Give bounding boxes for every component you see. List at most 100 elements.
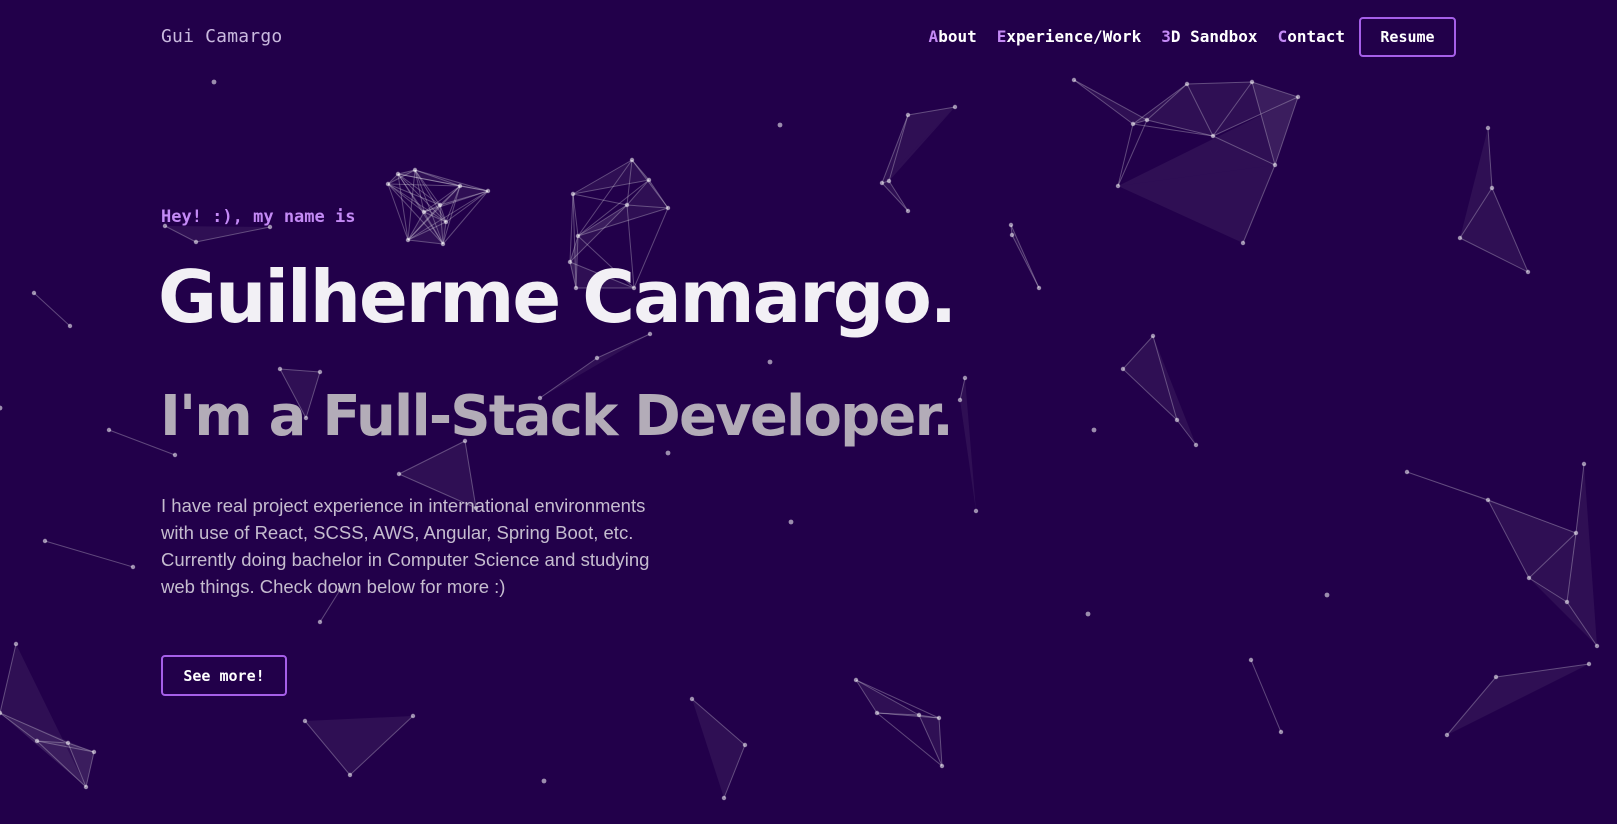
nav-link-experience-work[interactable]: Experience/Work (997, 27, 1142, 46)
particle-node (1525, 269, 1531, 275)
particle-link (1117, 123, 1134, 187)
particle-node (317, 619, 323, 625)
particle-node (1249, 79, 1255, 85)
site-logo[interactable]: Gui Camargo (161, 26, 282, 47)
particle-node (541, 778, 547, 784)
particle-node (1115, 183, 1121, 189)
particle-node (440, 241, 446, 247)
particle-node (973, 508, 979, 514)
particle-node (777, 122, 783, 128)
particle-node (1008, 222, 1014, 228)
particle-node (1120, 366, 1126, 372)
particle-node (443, 219, 449, 225)
particle-node (485, 188, 491, 194)
particle-node (1193, 442, 1199, 448)
particle-node (1144, 117, 1150, 123)
particle-node (302, 718, 308, 724)
particle-node (646, 177, 652, 183)
nav-links: About Experience/Work 3D Sandbox Contact (929, 27, 1345, 46)
particle-node (65, 740, 71, 746)
particle-node (347, 772, 353, 778)
particle-node (1210, 133, 1216, 139)
particle-node (1404, 469, 1410, 475)
particle-link (569, 193, 574, 263)
navbar: Gui Camargo About Experience/Work 3D San… (0, 0, 1617, 76)
particle-node (629, 157, 635, 163)
particle-node (1295, 94, 1301, 100)
particle-node (31, 290, 37, 296)
particle-face (960, 378, 976, 511)
particle-node (721, 795, 727, 801)
particle-node (665, 450, 671, 456)
particle-node (939, 763, 945, 769)
particle-face (1074, 80, 1147, 124)
particle-node (962, 375, 968, 381)
particle-node (410, 713, 416, 719)
particle-node (106, 427, 112, 433)
particle-node (1091, 427, 1097, 433)
resume-button[interactable]: Resume (1359, 17, 1456, 57)
particle-node (1248, 657, 1254, 663)
particle-node (905, 208, 911, 214)
particle-node (421, 209, 427, 215)
particle-node (1240, 240, 1246, 246)
particle-node (874, 710, 880, 716)
particle-node (1036, 285, 1042, 291)
particle-node (1485, 125, 1491, 131)
nav-link-about[interactable]: About (929, 27, 977, 46)
particle-face (882, 181, 908, 211)
particle-node (788, 519, 794, 525)
particle-node (42, 538, 48, 544)
nav-link-3d-sandbox[interactable]: 3D Sandbox (1161, 27, 1257, 46)
particle-node (767, 359, 773, 365)
particle-node (1526, 575, 1532, 581)
particle-node (624, 202, 630, 208)
nav-link-contact[interactable]: Contact (1278, 27, 1345, 46)
particle-node (575, 233, 581, 239)
particle-node (395, 171, 401, 177)
particle-link (1250, 659, 1282, 733)
hero-name: Guilherme Camargo. (158, 255, 957, 339)
particle-node (905, 112, 911, 118)
particle-node (396, 471, 402, 477)
particle-node (886, 178, 892, 184)
particle-node (277, 366, 283, 372)
see-more-button[interactable]: See more! (161, 655, 287, 696)
particle-node (385, 181, 391, 187)
hero-greeting: Hey! :), my name is (161, 207, 356, 227)
particle-node (1184, 81, 1190, 87)
particle-node (879, 180, 885, 186)
particle-link (397, 173, 409, 241)
particle-node (1493, 674, 1499, 680)
particle-node (1457, 235, 1463, 241)
particle-node (13, 641, 19, 647)
particle-node (665, 205, 671, 211)
particle-node (1485, 497, 1491, 503)
particle-node (1586, 661, 1592, 667)
particle-node (405, 237, 411, 243)
particle-node (91, 749, 97, 755)
particle-node (594, 355, 600, 361)
particle-node (193, 239, 199, 245)
particle-node (437, 202, 443, 208)
particle-face (0, 644, 86, 787)
particle-node (1324, 592, 1330, 598)
particle-node (1489, 185, 1495, 191)
particle-node (412, 167, 418, 173)
particle-face (692, 699, 745, 798)
particle-node (742, 742, 748, 748)
particle-node (570, 191, 576, 197)
particle-node (0, 405, 3, 411)
particle-node (1130, 121, 1136, 127)
particle-node (936, 715, 942, 721)
hero-role: I'm a Full-Stack Developer. (160, 384, 954, 449)
particle-link (33, 292, 71, 327)
particle-node (1085, 611, 1091, 617)
particle-node (952, 104, 958, 110)
particle-face (627, 180, 668, 208)
particle-node (1444, 732, 1450, 738)
particle-node (1581, 461, 1587, 467)
particle-node (1150, 333, 1156, 339)
particle-node (1272, 162, 1278, 168)
particle-node (1278, 729, 1284, 735)
